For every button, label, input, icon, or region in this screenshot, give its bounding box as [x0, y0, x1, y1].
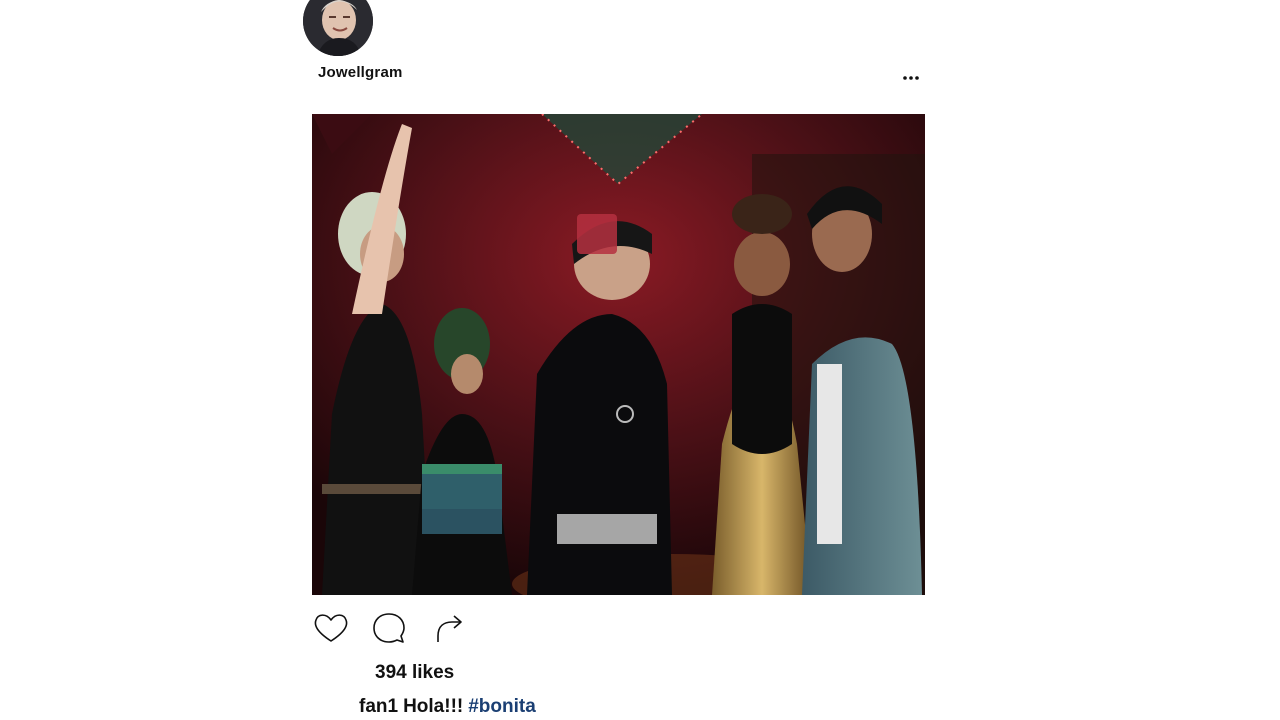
post-username[interactable]: Jowellgram — [318, 64, 403, 81]
caption-username[interactable]: fan1 — [359, 696, 398, 717]
caption-text: Hola!!! — [403, 696, 464, 717]
instagram-post: Jowellgram 394 likes fan1 Hola!!! #bonit… — [0, 0, 1280, 720]
share-arrow-icon[interactable] — [430, 610, 468, 646]
post-photo[interactable] — [312, 114, 925, 595]
likes-count[interactable]: 394 likes — [375, 662, 454, 684]
ellipsis-icon[interactable] — [898, 68, 924, 88]
avatar[interactable] — [303, 0, 373, 56]
heart-icon[interactable] — [312, 610, 350, 646]
comment-icon[interactable] — [370, 610, 408, 646]
caption-hashtag[interactable]: #bonita — [468, 696, 536, 717]
post-caption: fan1 Hola!!! #bonita — [359, 696, 536, 718]
